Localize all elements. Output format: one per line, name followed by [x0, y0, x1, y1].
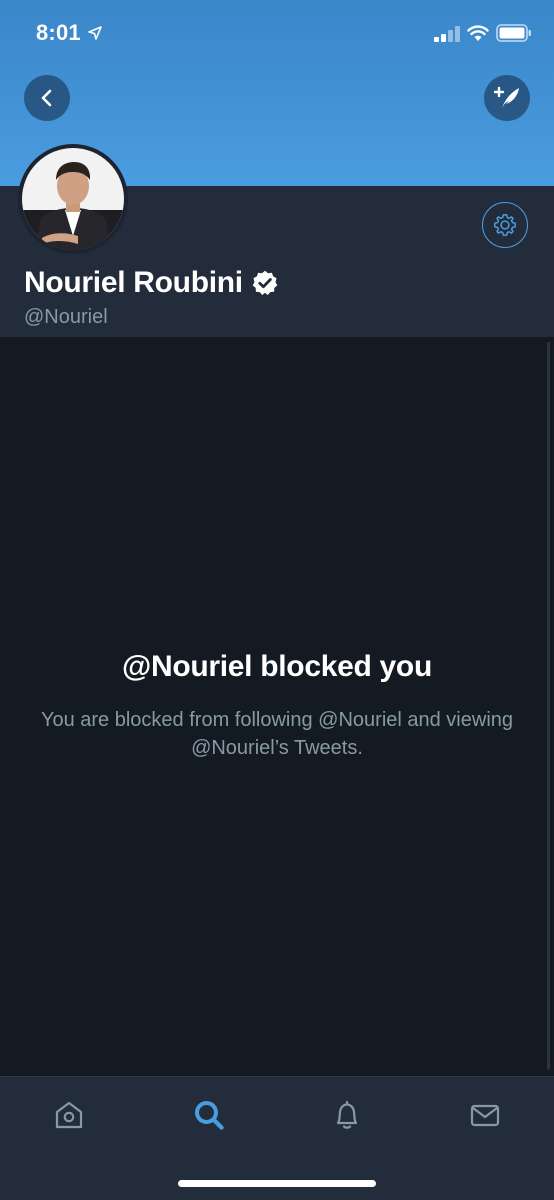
profile-photo	[22, 148, 124, 250]
tab-search[interactable]	[191, 1097, 227, 1133]
tab-home[interactable]	[51, 1097, 87, 1133]
home-icon	[55, 1101, 83, 1129]
compose-tweet-icon	[493, 86, 519, 108]
scrollbar[interactable]	[547, 342, 550, 1070]
search-icon	[195, 1101, 224, 1130]
tab-messages[interactable]	[467, 1097, 503, 1133]
profile-name-row: Nouriel Roubini	[24, 266, 279, 300]
verified-badge-icon	[252, 270, 278, 296]
signal-icon	[434, 26, 460, 42]
envelope-icon	[470, 1104, 500, 1127]
tab-notifications[interactable]	[329, 1097, 365, 1133]
profile-handle: @Nouriel	[24, 306, 108, 328]
bell-icon	[336, 1100, 358, 1129]
gear-icon	[493, 213, 517, 237]
display-name: Nouriel Roubini	[24, 266, 243, 299]
status-time: 8:01	[36, 20, 81, 45]
blocked-title: @Nouriel blocked you	[122, 650, 432, 683]
blocked-message: You are blocked from following @Nouriel …	[40, 709, 514, 759]
home-indicator[interactable]	[178, 1180, 376, 1187]
location-arrow-icon	[88, 26, 102, 40]
avatar[interactable]	[18, 144, 128, 254]
wifi-icon	[467, 25, 489, 41]
back-button[interactable]	[24, 75, 70, 121]
profile-settings-button[interactable]	[482, 202, 528, 248]
chevron-left-icon	[41, 89, 52, 107]
compose-tweet-button[interactable]	[484, 75, 530, 121]
battery-icon	[496, 24, 531, 42]
status-bar: 8:01	[0, 0, 554, 64]
